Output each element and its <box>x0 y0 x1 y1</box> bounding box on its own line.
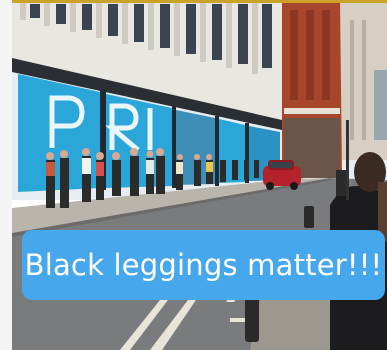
caption-text: Black leggings matter!!! <box>24 248 383 282</box>
bollard-1 <box>245 298 259 342</box>
photo-frame: Black leggings matter!!! <box>0 0 387 350</box>
top-accent-bar <box>12 0 387 3</box>
caption-bubble: Black leggings matter!!! <box>22 230 385 300</box>
bollard-2 <box>304 206 314 228</box>
left-border-strip <box>0 0 12 350</box>
